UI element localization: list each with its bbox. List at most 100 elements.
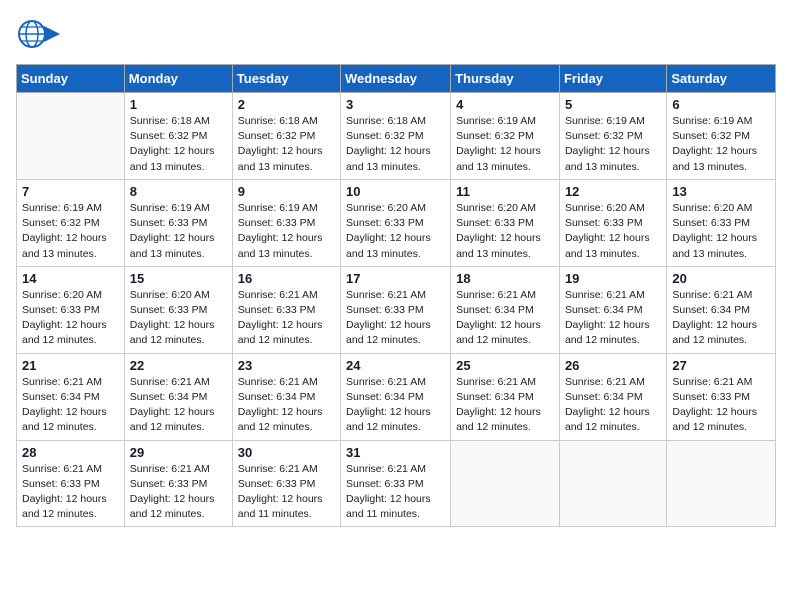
day-number: 1 [130,97,227,112]
col-header-tuesday: Tuesday [232,65,340,93]
day-number: 17 [346,271,445,286]
day-number: 13 [672,184,770,199]
calendar-cell: 2 Sunrise: 6:18 AM Sunset: 6:32 PM Daylig… [232,93,340,180]
day-info: Sunrise: 6:21 AM Sunset: 6:34 PM Dayligh… [672,288,770,349]
day-number: 9 [238,184,335,199]
day-info: Sunrise: 6:19 AM Sunset: 6:32 PM Dayligh… [565,114,661,175]
calendar-cell [451,440,560,527]
day-number: 4 [456,97,554,112]
day-info: Sunrise: 6:21 AM Sunset: 6:34 PM Dayligh… [456,288,554,349]
calendar-cell: 5Sunrise: 6:19 AM Sunset: 6:32 PM Daylig… [559,93,666,180]
day-number: 16 [238,271,335,286]
day-number: 2 [238,97,335,112]
calendar-cell: 24 Sunrise: 6:21 AM Sunset: 6:34 PM Dayli… [341,353,451,440]
calendar-table: SundayMondayTuesdayWednesdayThursdayFrid… [16,64,776,527]
calendar-cell [17,93,125,180]
calendar-cell: 6 Sunrise: 6:19 AM Sunset: 6:32 PM Daylig… [667,93,776,180]
calendar-cell: 22Sunrise: 6:21 AM Sunset: 6:34 PM Dayli… [124,353,232,440]
calendar-cell: 28 Sunrise: 6:21 AM Sunset: 6:33 PM Dayli… [17,440,125,527]
day-info: Sunrise: 6:21 AM Sunset: 6:33 PM Dayligh… [238,462,335,523]
calendar-cell: 16 Sunrise: 6:21 AM Sunset: 6:33 PM Dayli… [232,266,340,353]
day-info: Sunrise: 6:20 AM Sunset: 6:33 PM Dayligh… [346,201,445,262]
day-number: 18 [456,271,554,286]
day-info: Sunrise: 6:20 AM Sunset: 6:33 PM Dayligh… [456,201,554,262]
calendar-cell: 27 Sunrise: 6:21 AM Sunset: 6:33 PM Dayli… [667,353,776,440]
calendar-cell: 14 Sunrise: 6:20 AM Sunset: 6:33 PM Dayli… [17,266,125,353]
day-number: 21 [22,358,119,373]
day-number: 25 [456,358,554,373]
calendar-cell: 4 Sunrise: 6:19 AM Sunset: 6:32 PM Daylig… [451,93,560,180]
calendar-cell: 1 Sunrise: 6:18 AM Sunset: 6:32 PM Daylig… [124,93,232,180]
calendar-week-row: 28 Sunrise: 6:21 AM Sunset: 6:33 PM Dayli… [17,440,776,527]
day-number: 26 [565,358,661,373]
day-number: 10 [346,184,445,199]
day-info: Sunrise: 6:19 AM Sunset: 6:32 PM Dayligh… [456,114,554,175]
day-info: Sunrise: 6:21 AM Sunset: 6:34 PM Dayligh… [346,375,445,436]
calendar-cell: 12 Sunrise: 6:20 AM Sunset: 6:33 PM Dayli… [559,179,666,266]
calendar-cell: 29 Sunrise: 6:21 AM Sunset: 6:33 PM Dayli… [124,440,232,527]
col-header-friday: Friday [559,65,666,93]
day-info: Sunrise: 6:21 AM Sunset: 6:33 PM Dayligh… [22,462,119,523]
day-number: 27 [672,358,770,373]
day-info: Sunrise: 6:20 AM Sunset: 6:33 PM Dayligh… [22,288,119,349]
day-number: 24 [346,358,445,373]
day-info: Sunrise: 6:21 AM Sunset: 6:34 PM Dayligh… [238,375,335,436]
day-info: Sunrise: 6:21 AM Sunset: 6:34 PM Dayligh… [565,375,661,436]
day-number: 23 [238,358,335,373]
calendar-cell: 11 Sunrise: 6:20 AM Sunset: 6:33 PM Dayli… [451,179,560,266]
calendar-cell [667,440,776,527]
day-info: Sunrise: 6:19 AM Sunset: 6:32 PM Dayligh… [672,114,770,175]
calendar-cell: 17 Sunrise: 6:21 AM Sunset: 6:33 PM Dayli… [341,266,451,353]
calendar-cell: 10 Sunrise: 6:20 AM Sunset: 6:33 PM Dayli… [341,179,451,266]
calendar-header-row: SundayMondayTuesdayWednesdayThursdayFrid… [17,65,776,93]
day-number: 7 [22,184,119,199]
calendar-week-row: 1 Sunrise: 6:18 AM Sunset: 6:32 PM Daylig… [17,93,776,180]
day-number: 3 [346,97,445,112]
col-header-wednesday: Wednesday [341,65,451,93]
calendar-cell: 7 Sunrise: 6:19 AM Sunset: 6:32 PM Daylig… [17,179,125,266]
calendar-cell: 26 Sunrise: 6:21 AM Sunset: 6:34 PM Dayli… [559,353,666,440]
day-info: Sunrise: 6:21 AM Sunset: 6:33 PM Dayligh… [238,288,335,349]
day-number: 8 [130,184,227,199]
day-number: 29 [130,445,227,460]
calendar-cell: 23 Sunrise: 6:21 AM Sunset: 6:34 PM Dayli… [232,353,340,440]
calendar-week-row: 21 Sunrise: 6:21 AM Sunset: 6:34 PM Dayli… [17,353,776,440]
day-info: Sunrise: 6:21 AM Sunset: 6:34 PM Dayligh… [456,375,554,436]
day-info: Sunrise: 6:18 AM Sunset: 6:32 PM Dayligh… [130,114,227,175]
col-header-saturday: Saturday [667,65,776,93]
day-info: Sunrise: 6:18 AM Sunset: 6:32 PM Dayligh… [238,114,335,175]
day-info: Sunrise: 6:21 AM Sunset: 6:33 PM Dayligh… [346,288,445,349]
day-info: Sunrise: 6:19 AM Sunset: 6:33 PM Dayligh… [130,201,227,262]
calendar-cell [559,440,666,527]
calendar-cell: 8 Sunrise: 6:19 AM Sunset: 6:33 PM Daylig… [124,179,232,266]
day-info: Sunrise: 6:21 AM Sunset: 6:33 PM Dayligh… [672,375,770,436]
calendar-cell: 19Sunrise: 6:21 AM Sunset: 6:34 PM Dayli… [559,266,666,353]
day-number: 6 [672,97,770,112]
col-header-monday: Monday [124,65,232,93]
calendar-cell: 31 Sunrise: 6:21 AM Sunset: 6:33 PM Dayli… [341,440,451,527]
day-info: Sunrise: 6:21 AM Sunset: 6:33 PM Dayligh… [130,462,227,523]
day-number: 19 [565,271,661,286]
day-number: 11 [456,184,554,199]
logo [16,16,64,52]
calendar-cell: 15Sunrise: 6:20 AM Sunset: 6:33 PM Dayli… [124,266,232,353]
day-info: Sunrise: 6:18 AM Sunset: 6:32 PM Dayligh… [346,114,445,175]
calendar-week-row: 7 Sunrise: 6:19 AM Sunset: 6:32 PM Daylig… [17,179,776,266]
day-info: Sunrise: 6:21 AM Sunset: 6:34 PM Dayligh… [22,375,119,436]
day-info: Sunrise: 6:21 AM Sunset: 6:33 PM Dayligh… [346,462,445,523]
calendar-cell: 25 Sunrise: 6:21 AM Sunset: 6:34 PM Dayli… [451,353,560,440]
day-number: 14 [22,271,119,286]
day-info: Sunrise: 6:20 AM Sunset: 6:33 PM Dayligh… [672,201,770,262]
col-header-sunday: Sunday [17,65,125,93]
day-number: 28 [22,445,119,460]
day-number: 30 [238,445,335,460]
col-header-thursday: Thursday [451,65,560,93]
logo-icon [16,16,60,52]
calendar-cell: 21 Sunrise: 6:21 AM Sunset: 6:34 PM Dayli… [17,353,125,440]
day-info: Sunrise: 6:20 AM Sunset: 6:33 PM Dayligh… [130,288,227,349]
day-info: Sunrise: 6:20 AM Sunset: 6:33 PM Dayligh… [565,201,661,262]
calendar-week-row: 14 Sunrise: 6:20 AM Sunset: 6:33 PM Dayli… [17,266,776,353]
day-number: 31 [346,445,445,460]
day-info: Sunrise: 6:19 AM Sunset: 6:32 PM Dayligh… [22,201,119,262]
day-number: 12 [565,184,661,199]
